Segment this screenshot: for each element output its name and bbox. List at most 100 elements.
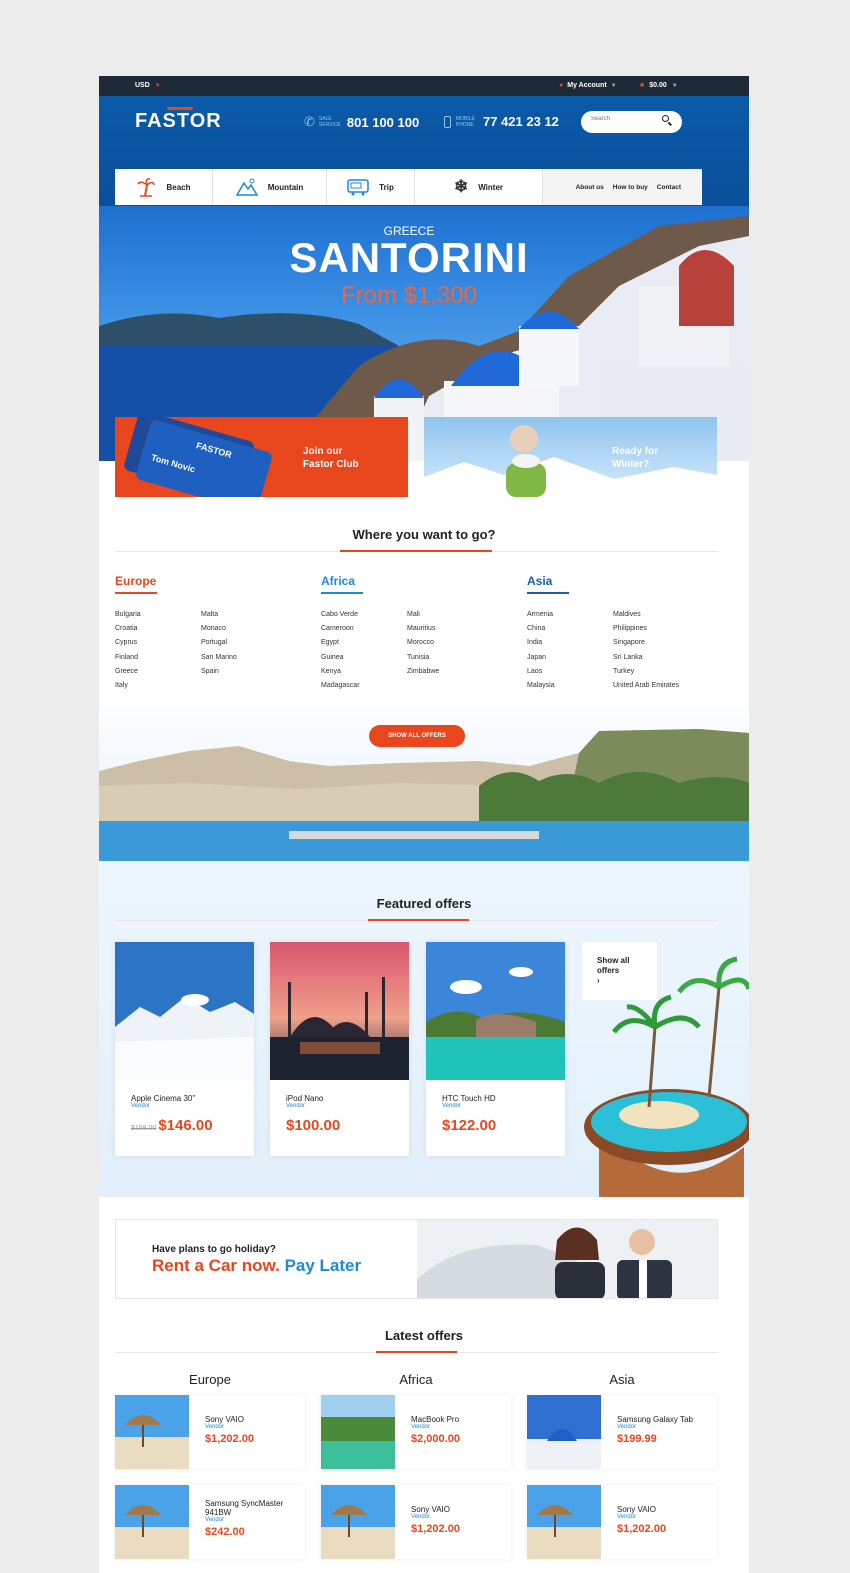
latest-item-name[interactable]: Samsung SyncMaster 941BW bbox=[205, 1499, 305, 1517]
show-all-line-1: Show all bbox=[597, 956, 630, 965]
logo[interactable]: FASTOR bbox=[135, 110, 222, 133]
country-link[interactable]: Sri Lanka bbox=[613, 651, 723, 665]
mountain-icon bbox=[235, 178, 258, 196]
latest-item[interactable]: Sony VAIO Vendor $1,202.00 bbox=[321, 1485, 511, 1559]
beach-thumb bbox=[321, 1485, 395, 1559]
country-list: Maldives Philippines Singapore Sri Lanka… bbox=[613, 608, 723, 693]
latest-item-vendor[interactable]: Vendor bbox=[205, 1517, 305, 1523]
my-account-menu[interactable]: ● My Account ▼ bbox=[559, 82, 617, 89]
latest-item-vendor[interactable]: Vendor bbox=[411, 1424, 460, 1430]
country-link[interactable]: Croatia bbox=[115, 622, 201, 636]
latest-item-vendor[interactable]: Vendor bbox=[411, 1514, 460, 1520]
country-link[interactable]: Cameroon bbox=[321, 622, 407, 636]
country-link[interactable]: Singapore bbox=[613, 636, 723, 650]
offer-vendor[interactable]: Vendor bbox=[442, 1103, 565, 1109]
country-link[interactable]: Turkey bbox=[613, 665, 723, 679]
latest-item[interactable]: Sony VAIO Vendor $1,202.00 bbox=[527, 1485, 717, 1559]
chevron-down-icon: ▼ bbox=[610, 82, 617, 89]
offer-card[interactable]: Apple Cinema 30" Vendor $158.00 $146.00 bbox=[115, 942, 254, 1156]
logo-swoosh bbox=[167, 107, 193, 110]
country-link[interactable]: Cyprus bbox=[115, 636, 201, 650]
country-link[interactable]: Laos bbox=[527, 665, 613, 679]
offer-card[interactable]: HTC Touch HD Vendor $122.00 bbox=[426, 942, 565, 1156]
country-link[interactable]: Cabo Verde bbox=[321, 608, 407, 622]
country-link[interactable]: China bbox=[527, 622, 613, 636]
latest-item[interactable]: Sony VAIO Vendor $1,202.00 bbox=[115, 1395, 305, 1469]
rent-car-banner[interactable]: Have plans to go holiday? Rent a Car now… bbox=[115, 1219, 718, 1299]
chevron-right-icon: › bbox=[597, 976, 600, 985]
search-icon[interactable] bbox=[662, 115, 669, 122]
country-link[interactable]: Bulgaria bbox=[115, 608, 201, 622]
country-link[interactable]: Kenya bbox=[321, 665, 407, 679]
offer-name[interactable]: iPod Nano bbox=[286, 1094, 409, 1103]
country-link[interactable]: Monaco bbox=[201, 622, 287, 636]
country-link[interactable]: San Marino bbox=[201, 651, 287, 665]
latest-item-name[interactable]: Sony VAIO bbox=[411, 1505, 460, 1514]
country-link[interactable]: Egypt bbox=[321, 636, 407, 650]
offer-name[interactable]: Apple Cinema 30" bbox=[131, 1094, 254, 1103]
nav-link-how-to-buy[interactable]: How to buy bbox=[613, 184, 648, 191]
region-title[interactable]: Africa bbox=[321, 574, 521, 588]
promo-winter[interactable]: Ready for Winter? bbox=[424, 417, 717, 497]
country-link[interactable]: Finland bbox=[115, 651, 201, 665]
latest-item-name[interactable]: MacBook Pro bbox=[411, 1415, 460, 1424]
offer-vendor[interactable]: Vendor bbox=[286, 1103, 409, 1109]
country-link[interactable]: Japan bbox=[527, 651, 613, 665]
nav-link-contact[interactable]: Contact bbox=[657, 184, 681, 191]
latest-item-name[interactable]: Samsung Galaxy Tab bbox=[617, 1415, 693, 1424]
latest-item[interactable]: MacBook Pro Vendor $2,000.00 bbox=[321, 1395, 511, 1469]
country-link[interactable]: Mali bbox=[407, 608, 493, 622]
latest-item-vendor[interactable]: Vendor bbox=[617, 1424, 693, 1430]
latest-item-vendor[interactable]: Vendor bbox=[205, 1424, 254, 1430]
latest-item-name[interactable]: Sony VAIO bbox=[617, 1505, 666, 1514]
offer-vendor[interactable]: Vendor bbox=[131, 1103, 254, 1109]
country-link[interactable]: Guinea bbox=[321, 651, 407, 665]
currency-selector[interactable]: USD ▼ bbox=[135, 82, 161, 89]
main-nav: Beach Mountain Trip ❄ Winter About us Ho… bbox=[115, 169, 702, 205]
nav-item-winter[interactable]: ❄ Winter bbox=[415, 169, 543, 205]
search-box[interactable] bbox=[581, 111, 682, 133]
promo-join-club[interactable]: FASTOR Tom Novic Join our Fastor Club bbox=[115, 417, 408, 497]
country-link[interactable]: Greece bbox=[115, 665, 201, 679]
region-title[interactable]: Asia bbox=[527, 574, 727, 588]
sales-label-2: SERVICE bbox=[318, 122, 341, 128]
country-link[interactable]: Mauritius bbox=[407, 622, 493, 636]
region-underline bbox=[115, 592, 157, 594]
country-link[interactable]: Armenia bbox=[527, 608, 613, 622]
winter-line-2: Winter? bbox=[612, 459, 650, 470]
offer-price: $158.00 $146.00 bbox=[131, 1117, 254, 1134]
club-text: Join our Fastor Club bbox=[303, 445, 359, 471]
cart-menu[interactable]: ■ $0.00 ▼ bbox=[640, 82, 678, 89]
show-all-offers-button[interactable]: SHOW ALL OFFERS bbox=[369, 725, 465, 747]
offer-card[interactable]: iPod Nano Vendor $100.00 bbox=[270, 942, 409, 1156]
nav-item-beach[interactable]: Beach bbox=[115, 169, 213, 205]
country-link[interactable]: Philippines bbox=[613, 622, 723, 636]
country-link[interactable]: Maldives bbox=[613, 608, 723, 622]
latest-region-title: Africa bbox=[399, 1372, 433, 1387]
offer-name[interactable]: HTC Touch HD bbox=[442, 1094, 565, 1103]
country-link[interactable]: Morocco bbox=[407, 636, 493, 650]
latest-region-title: Europe bbox=[189, 1372, 231, 1387]
mobile-phone-block: MOBILE PHONE 77 421 23 12 bbox=[444, 114, 559, 129]
nav-item-trip[interactable]: Trip bbox=[327, 169, 415, 205]
country-link[interactable]: Tunisia bbox=[407, 651, 493, 665]
latest-item[interactable]: Samsung Galaxy Tab Vendor $199.99 bbox=[527, 1395, 717, 1469]
show-all-offers-tile[interactable]: Show all offers › bbox=[582, 942, 657, 1000]
region-title[interactable]: Europe bbox=[115, 574, 315, 588]
nav-link-about[interactable]: About us bbox=[576, 184, 604, 191]
country-link[interactable]: Zimbabwe bbox=[407, 665, 493, 679]
country-link[interactable]: Spain bbox=[201, 665, 287, 679]
country-list: Mali Mauritius Morocco Tunisia Zimbabwe bbox=[407, 608, 493, 693]
title-underline bbox=[376, 1351, 457, 1353]
country-link[interactable]: Portugal bbox=[201, 636, 287, 650]
offer-current-price: $122.00 bbox=[442, 1117, 497, 1134]
country-link[interactable]: India bbox=[527, 636, 613, 650]
country-link[interactable]: Malta bbox=[201, 608, 287, 622]
search-input[interactable] bbox=[591, 116, 651, 122]
latest-item[interactable]: Samsung SyncMaster 941BW Vendor $242.00 bbox=[115, 1485, 305, 1559]
latest-item-price: $2,000.00 bbox=[411, 1433, 460, 1445]
region-asia: Asia Armenia China India Japan Laos Mala… bbox=[527, 574, 727, 693]
latest-item-vendor[interactable]: Vendor bbox=[617, 1514, 666, 1520]
latest-item-name[interactable]: Sony VAIO bbox=[205, 1415, 254, 1424]
nav-item-mountain[interactable]: Mountain bbox=[213, 169, 327, 205]
